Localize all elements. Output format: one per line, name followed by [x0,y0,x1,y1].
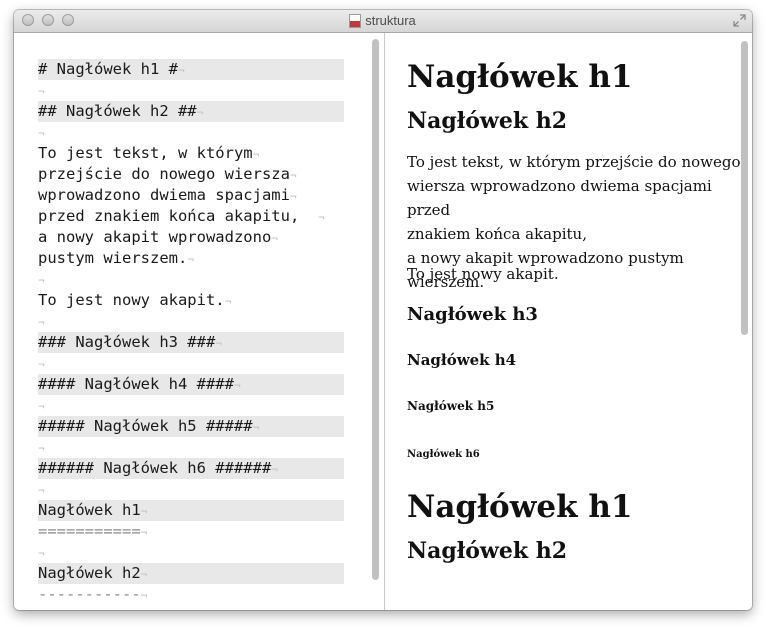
preview-heading-h4: Nagłówek h4 [407,351,517,369]
app-window: struktura # Nagłówek h1 #¬ ¬ ## Nagłówek h… [14,10,752,610]
preview-scrollbar-thumb[interactable] [741,41,748,335]
editor-line[interactable]: ¬ [38,269,348,290]
editor-line-text: # Nagłówek h1 # [38,60,178,78]
pilcrow-icon: ¬ [271,232,278,245]
pilcrow-icon: ¬ [289,190,297,203]
editor-line[interactable]: ¬ [38,395,348,416]
editor-line[interactable]: ¬ [38,353,348,374]
editor-line[interactable]: przed znakiem końca akapitu, ¬ [38,206,348,227]
window-title: struktura [14,13,752,28]
title-bar: struktura [14,10,752,33]
editor-line-text: =========== [38,522,141,540]
editor-line-text: Nagłówek h1 [38,501,141,519]
pilcrow-icon: ¬ [233,379,241,392]
pilcrow-icon: ¬ [38,547,45,560]
pilcrow-icon: ¬ [38,316,45,329]
preview-paragraph-2: To jest nowy akapit. [407,265,559,283]
document-icon [350,15,361,27]
preview-paragraph-line: znakiem końca akapitu, [407,225,587,243]
editor-heading-line[interactable]: Nagłówek h1¬ [38,500,344,521]
editor-scrollbar[interactable] [372,39,380,605]
pilcrow-icon: ¬ [38,127,45,140]
fullscreen-icon[interactable] [733,14,746,27]
pilcrow-icon: ¬ [177,64,185,77]
pilcrow-icon: ¬ [38,274,45,287]
pilcrow-icon: ¬ [252,148,260,161]
editor-heading-line[interactable]: ## Nagłówek h2 ##¬ [38,101,344,122]
editor-line-text: ### Nagłówek h3 ### [38,333,216,351]
editor-line-text: a nowy akapit wprowadzono [38,228,272,246]
editor-line-text: wprowadzono dwiema spacjami [38,186,290,204]
editor-line-text: ###### Nagłówek h6 ###### [38,459,272,477]
editor-line-text: przejście do nowego wiersza [38,165,290,183]
editor-line[interactable]: ¬ [38,122,348,143]
pilcrow-icon: ¬ [317,211,325,224]
editor-line-text: ##### Nagłówek h5 ##### [38,417,253,435]
pilcrow-icon: ¬ [140,526,148,539]
preview-heading-h3: Nagłówek h3 [407,304,538,325]
preview-heading-h5: Nagłówek h5 [407,399,495,413]
editor-line[interactable]: ¬ [38,479,348,500]
editor-line-text: To jest nowy akapit. [38,291,225,309]
editor-line-text: #### Nagłówek h4 #### [38,375,234,393]
window-title-text: struktura [365,13,416,28]
pilcrow-icon: ¬ [252,421,260,434]
pilcrow-icon: ¬ [140,589,148,602]
preview-heading-h2: Nagłówek h2 [407,108,568,134]
editor-text[interactable]: # Nagłówek h1 #¬ ¬ ## Nagłówek h2 ##¬ ¬ To j… [38,59,348,605]
editor-line-text: przed znakiem końca akapitu, [38,207,318,225]
pilcrow-icon: ¬ [38,85,45,98]
editor-line[interactable]: ¬ [38,437,348,458]
pilcrow-icon: ¬ [140,568,148,581]
editor-heading-line[interactable]: ###### Nagłówek h6 ######¬ [38,458,344,479]
editor-line-text: ----------- [38,585,141,603]
pilcrow-icon: ¬ [140,505,148,518]
preview-heading-h1: Nagłówek h1 [407,59,633,95]
editor-line-text: Nagłówek h2 [38,564,141,582]
editor-line[interactable]: ¬ [38,80,348,101]
preview-scrollbar[interactable] [741,41,749,603]
pilcrow-icon: ¬ [38,484,45,497]
markdown-editor[interactable]: # Nagłówek h1 #¬ ¬ ## Nagłówek h2 ##¬ ¬ To j… [14,33,384,610]
pilcrow-icon: ¬ [224,295,232,308]
editor-line[interactable]: -----------¬ [38,584,348,605]
editor-heading-line[interactable]: Nagłówek h2¬ [38,563,344,584]
editor-line[interactable]: ¬ [38,542,348,563]
preview-paragraph-line: To jest tekst, w którym przejście do now… [407,153,741,171]
editor-scrollbar-thumb[interactable] [372,39,379,580]
pilcrow-icon: ¬ [289,169,297,182]
editor-line-text: pustym wierszem. [38,249,188,267]
editor-line[interactable]: ¬ [38,311,348,332]
editor-heading-line[interactable]: ##### Nagłówek h5 #####¬ [38,416,344,437]
editor-line[interactable]: ===========¬ [38,521,348,542]
pilcrow-icon: ¬ [215,337,222,350]
editor-line[interactable]: a nowy akapit wprowadzono¬ [38,227,348,248]
editor-line[interactable]: To jest tekst, w którym¬ [38,143,348,164]
pilcrow-icon: ¬ [271,463,278,476]
editor-line[interactable]: To jest nowy akapit.¬ [38,290,348,311]
editor-heading-line[interactable]: #### Nagłówek h4 ####¬ [38,374,344,395]
editor-line[interactable]: przejście do nowego wiersza¬ [38,164,348,185]
editor-heading-line[interactable]: ### Nagłówek h3 ###¬ [38,332,344,353]
preview-paragraph-line: wiersza wprowadzono dwiema spacjami prze… [407,177,712,219]
pilcrow-icon: ¬ [38,358,45,371]
editor-line-text: To jest tekst, w którym [38,144,253,162]
preview-heading-h2-setext: Nagłówek h2 [407,538,568,564]
pilcrow-icon: ¬ [196,106,204,119]
editor-line[interactable]: pustym wierszem.¬ [38,248,348,269]
preview-heading-h6: Nagłówek h6 [407,449,480,460]
pilcrow-icon: ¬ [187,253,194,266]
pilcrow-icon: ¬ [38,442,45,455]
editor-line[interactable]: wprowadzono dwiema spacjami¬ [38,185,348,206]
html-preview: Nagłówek h1 Nagłówek h2 To jest tekst, w… [385,33,752,610]
pilcrow-icon: ¬ [38,400,45,413]
editor-heading-line[interactable]: # Nagłówek h1 #¬ [38,59,344,80]
preview-heading-h1-setext: Nagłówek h1 [407,489,633,525]
editor-line-text: ## Nagłówek h2 ## [38,102,197,120]
